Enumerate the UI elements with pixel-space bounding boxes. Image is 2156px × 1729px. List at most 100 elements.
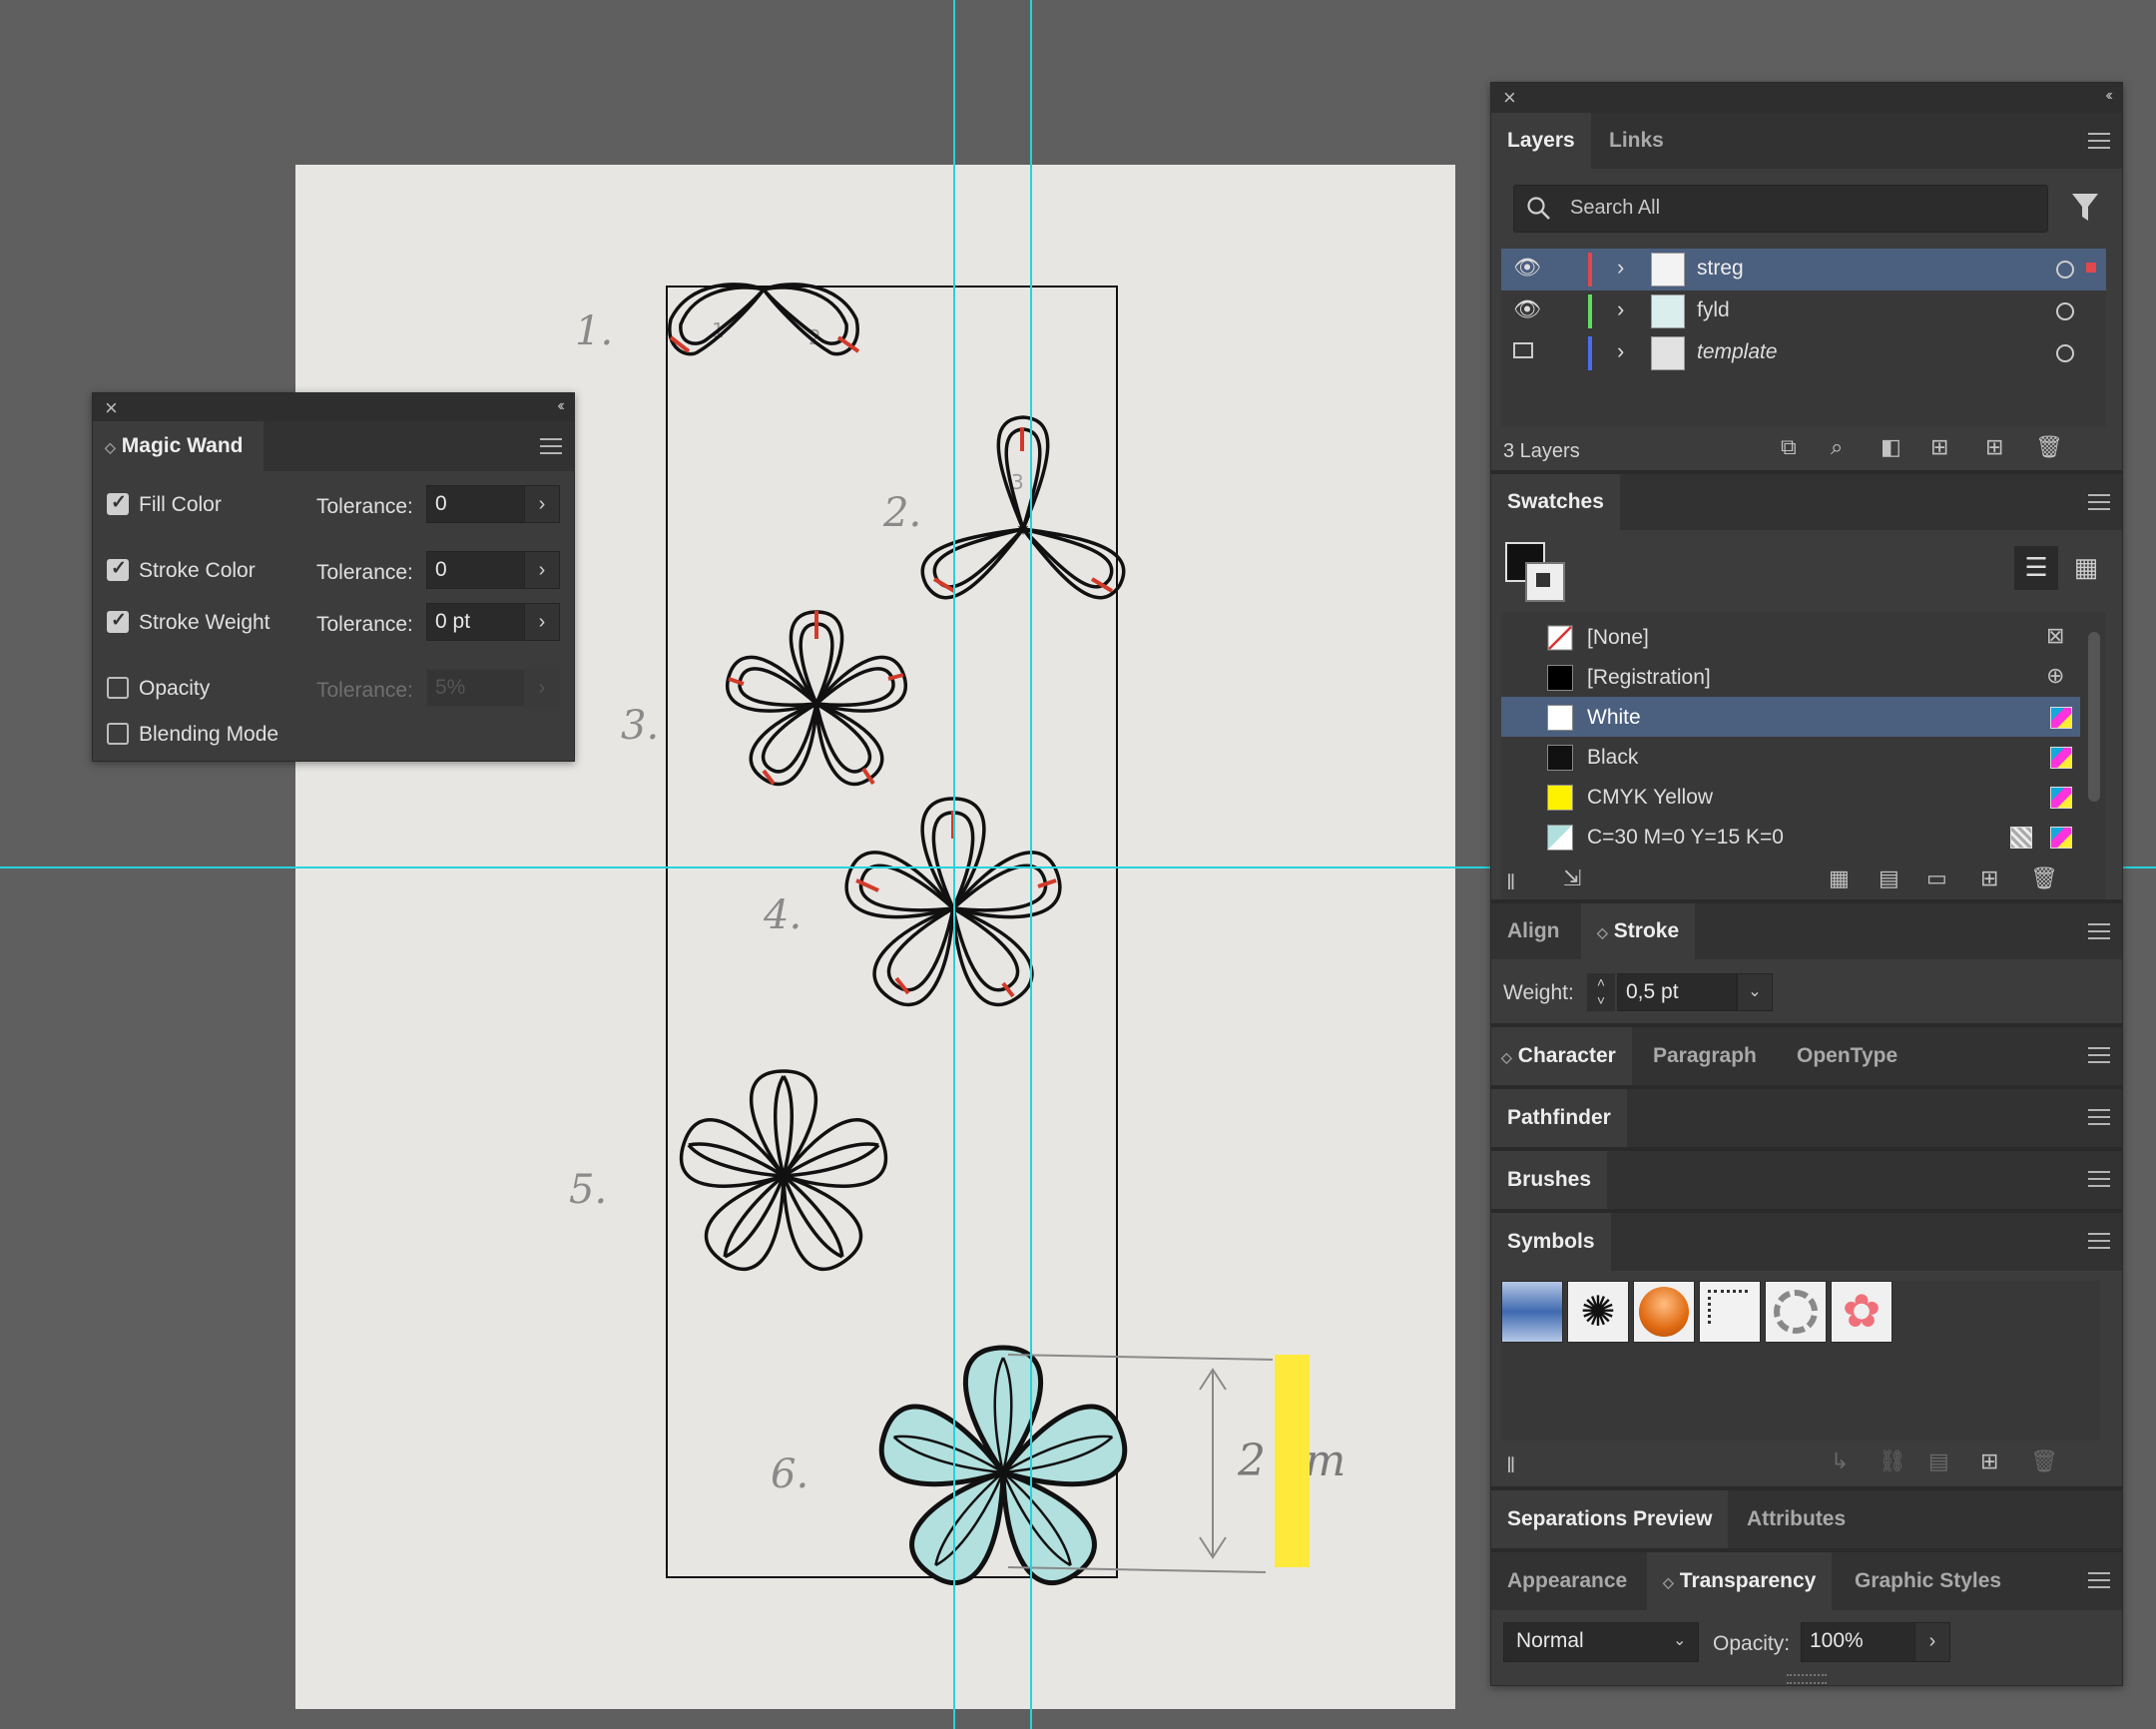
fill-stroke-indicator[interactable]	[1505, 542, 1565, 602]
layer-name-template[interactable]: template	[1697, 340, 1778, 364]
weight-input[interactable]: 0,5 pt	[1617, 973, 1737, 1011]
swatch-white[interactable]: White	[1501, 697, 2080, 737]
resize-grip-icon[interactable]	[1787, 1674, 1827, 1684]
swatch-registration[interactable]: [Registration] ⊕	[1501, 657, 2080, 697]
character-menu-icon[interactable]	[2088, 1047, 2110, 1063]
tab-symbols[interactable]: Symbols	[1491, 1213, 1611, 1271]
dock-close-icon[interactable]: ×	[1503, 85, 1516, 111]
weight-dropdown[interactable]: ⌄	[1737, 973, 1773, 1011]
tab-align[interactable]: Align	[1491, 903, 1576, 959]
swatch-c30-m0-y15-k0[interactable]: C=30 M=0 Y=15 K=0	[1501, 817, 2080, 857]
tab-attributes[interactable]: Attributes	[1731, 1490, 1862, 1548]
delete-swatch-icon[interactable]: 🗑	[2030, 865, 2058, 891]
tab-opentype[interactable]: OpenType	[1781, 1027, 1913, 1085]
weight-stepper-icon[interactable]: ˄ ˅	[1587, 973, 1615, 1011]
brushes-menu-icon[interactable]	[2088, 1171, 2110, 1187]
place-swatches-icon[interactable]: ⇲	[1563, 865, 1581, 891]
tab-links[interactable]: Links	[1593, 113, 1680, 169]
pathfinder-menu-icon[interactable]	[2088, 1109, 2110, 1125]
fill-color-checkbox[interactable]	[107, 491, 129, 515]
expand-chevron-icon[interactable]: ›	[1617, 296, 1624, 322]
place-symbol-icon[interactable]: ↳	[1831, 1448, 1849, 1474]
chevron-down-icon[interactable]: ⌄	[1673, 1630, 1686, 1650]
opacity-input[interactable]: 100%	[1801, 1622, 1916, 1662]
blending-mode-checkbox[interactable]	[107, 723, 129, 745]
tab-brushes[interactable]: Brushes	[1491, 1151, 1608, 1209]
fill-tolerance-stepper[interactable]: ›	[524, 485, 560, 523]
list-view-icon[interactable]: ☰	[2014, 546, 2058, 590]
stroke-swatch[interactable]	[1525, 562, 1565, 602]
tab-appearance[interactable]: Appearance	[1491, 1552, 1643, 1610]
tab-graphic-styles[interactable]: Graphic Styles	[1839, 1552, 2017, 1610]
swatches-scrollbar[interactable]	[2088, 632, 2100, 802]
transparency-menu-icon[interactable]	[2088, 1572, 2110, 1588]
symbol-gray-wreath[interactable]	[1765, 1281, 1827, 1343]
target-icon[interactable]	[2056, 344, 2074, 362]
tab-pathfinder[interactable]: Pathfinder	[1491, 1089, 1627, 1147]
swatches-menu-icon[interactable]	[2088, 494, 2110, 510]
stroke-menu-icon[interactable]	[2088, 923, 2110, 939]
eye-icon[interactable]: 👁	[1513, 296, 1541, 322]
symbol-libraries-icon[interactable]: 𝍪	[1507, 1448, 1514, 1486]
filter-icon[interactable]	[2070, 191, 2100, 225]
symbol-options-icon[interactable]: ▤	[1928, 1448, 1949, 1474]
guide-vertical-1[interactable]	[953, 0, 955, 1729]
export-layer-icon[interactable]: ⧉	[1781, 434, 1797, 460]
target-icon[interactable]	[2056, 261, 2074, 279]
delete-layer-icon[interactable]: 🗑	[2035, 434, 2063, 460]
tab-layers[interactable]: Layers	[1491, 113, 1591, 169]
stroke-weight-tolerance-stepper[interactable]: ›	[524, 603, 560, 641]
expand-chevron-icon[interactable]: ›	[1617, 338, 1624, 364]
layer-row-fyld[interactable]: 👁 › fyld	[1501, 290, 2106, 332]
new-sublayer-icon[interactable]: ⊞	[1930, 434, 1948, 460]
layers-search-box[interactable]: Search All	[1513, 185, 2048, 233]
dock-collapse-icon[interactable]: ‹‹	[2105, 87, 2112, 105]
swatch-cmyk-yellow[interactable]: CMYK Yellow	[1501, 777, 2080, 817]
symbol-orange-button[interactable]	[1633, 1281, 1695, 1343]
fill-tolerance-input[interactable]: 0	[426, 485, 526, 523]
opacity-checkbox[interactable]	[107, 677, 129, 699]
symbol-pink-flower[interactable]: ✿	[1831, 1281, 1892, 1343]
tab-swatches[interactable]: Swatches	[1491, 474, 1620, 530]
tab-stroke[interactable]: ◇ Stroke	[1581, 903, 1696, 959]
collapse-icon[interactable]: ‹‹	[557, 397, 564, 415]
tab-paragraph[interactable]: Paragraph	[1637, 1027, 1773, 1085]
new-swatch-icon[interactable]: ⊞	[1980, 865, 1998, 891]
eye-icon[interactable]: 👁	[1513, 255, 1541, 281]
tab-transparency[interactable]: ◇ Transparency	[1647, 1552, 1833, 1610]
stroke-color-tolerance-stepper[interactable]: ›	[524, 551, 560, 589]
layer-name-fyld[interactable]: fyld	[1697, 298, 1730, 322]
delete-symbol-icon[interactable]: 🗑	[2030, 1448, 2058, 1474]
layer-name-streg[interactable]: streg	[1697, 257, 1744, 281]
opacity-stepper[interactable]: ›	[1914, 1622, 1950, 1662]
tab-character[interactable]: ◇ Character	[1491, 1027, 1632, 1085]
grid-view-icon[interactable]: ▦	[2064, 546, 2108, 590]
swatch-libraries-icon[interactable]: 𝍪	[1507, 865, 1514, 903]
new-layer-icon[interactable]: ⊞	[1985, 434, 2003, 460]
stroke-color-tolerance-input[interactable]: 0	[426, 551, 526, 589]
target-icon[interactable]	[2056, 302, 2074, 320]
new-symbol-icon[interactable]: ⊞	[1980, 1448, 1998, 1474]
tab-separations-preview[interactable]: Separations Preview	[1491, 1490, 1729, 1548]
break-link-icon[interactable]: ⛓	[1879, 1448, 1906, 1474]
panel-menu-icon[interactable]	[540, 438, 562, 454]
locate-object-icon[interactable]: ⌕	[1831, 434, 1843, 460]
stroke-color-checkbox[interactable]	[107, 557, 129, 581]
close-icon[interactable]: ×	[105, 395, 118, 421]
layer-row-streg[interactable]: 👁 › streg	[1501, 249, 2106, 290]
template-layer-icon[interactable]	[1513, 342, 1533, 358]
selection-indicator-icon[interactable]	[2086, 263, 2096, 273]
stroke-weight-tolerance-input[interactable]: 0 pt	[426, 603, 526, 641]
tab-magic-wand[interactable]: ◇ Magic Wand	[93, 421, 264, 471]
guide-vertical-2[interactable]	[1030, 0, 1032, 1729]
swatch-options-icon[interactable]: ▤	[1879, 865, 1899, 891]
swatch-none[interactable]: [None] ⊠	[1501, 617, 2080, 657]
swatch-black[interactable]: Black	[1501, 737, 2080, 777]
expand-chevron-icon[interactable]: ›	[1617, 255, 1624, 281]
symbol-ink-splat[interactable]: ✺	[1567, 1281, 1629, 1343]
new-color-group-icon[interactable]: ▭	[1926, 865, 1947, 891]
layer-row-template[interactable]: › template	[1501, 332, 2106, 374]
symbol-blue-banner[interactable]	[1501, 1281, 1563, 1343]
clipping-mask-icon[interactable]: ◧	[1881, 434, 1901, 460]
symbols-menu-icon[interactable]	[2088, 1233, 2110, 1249]
